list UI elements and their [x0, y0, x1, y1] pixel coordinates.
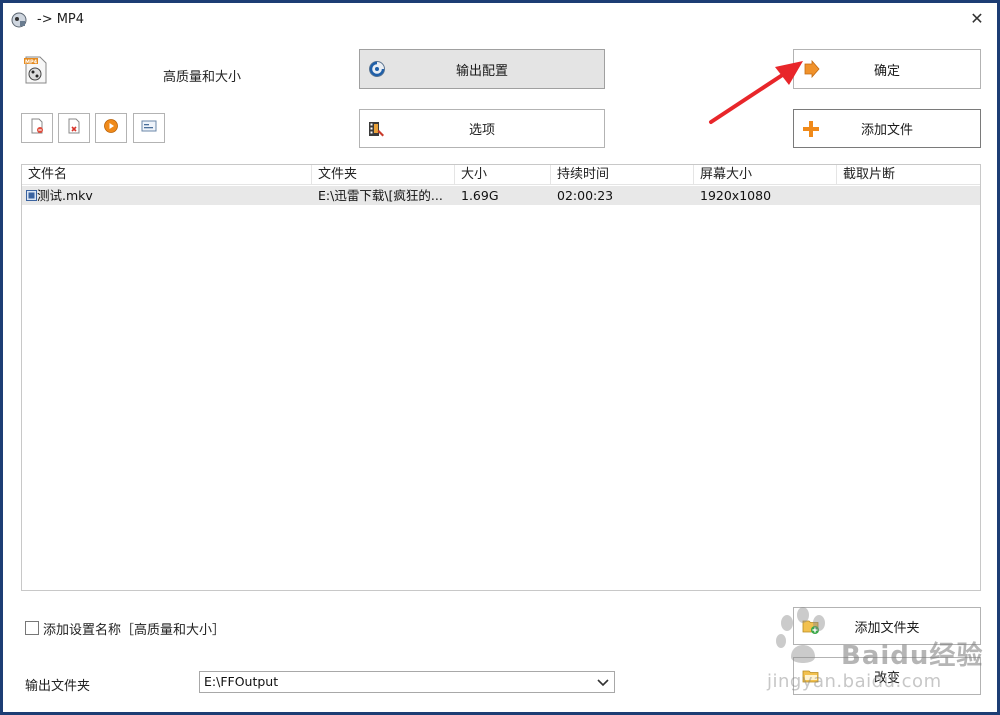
add-setting-name-checkbox[interactable] — [25, 621, 39, 635]
video-file-icon — [26, 187, 37, 205]
change-label: 改变 — [873, 670, 900, 686]
file-list-header: 文件名 文件夹 大小 持续时间 屏幕大小 截取片断 — [22, 165, 980, 185]
file-list[interactable]: 文件名 文件夹 大小 持续时间 屏幕大小 截取片断 测试.mkv E:\迅雷下载… — [21, 164, 981, 591]
remove-file-button[interactable] — [21, 113, 53, 143]
ok-label: 确定 — [873, 63, 900, 79]
mp4-file-icon: MP4 — [23, 55, 49, 85]
row-folder: E:\迅雷下载\[疯狂的... — [318, 188, 443, 203]
output-folder-label: 输出文件夹 — [25, 679, 91, 694]
window-title: -> MP4 — [37, 12, 85, 27]
row-file-name-cell: 测试.mkv — [22, 186, 312, 205]
add-folder-button[interactable]: 添加文件夹 — [793, 607, 981, 645]
media-info-button[interactable] — [133, 113, 165, 143]
clear-icon — [67, 118, 81, 138]
play-button[interactable] — [95, 113, 127, 143]
row-clip — [837, 186, 980, 205]
info-icon — [141, 119, 157, 137]
clear-list-button[interactable] — [58, 113, 90, 143]
app-window: -> MP4 ✕ MP4 高质量和大小 输出配置 确定 选项 添加文件 文件名 … — [0, 0, 1000, 715]
remove-icon — [30, 118, 44, 138]
column-header-folder[interactable]: 文件夹 — [312, 165, 455, 185]
column-header-screen-size[interactable]: 屏幕大小 — [694, 165, 837, 185]
folder-add-icon — [802, 617, 820, 635]
title-bar: -> MP4 ✕ — [3, 3, 997, 36]
row-duration: 02:00:23 — [557, 188, 614, 203]
row-file-name: 测试.mkv — [37, 188, 93, 203]
options-label: 选项 — [468, 123, 495, 138]
row-screen-size: 1920x1080 — [700, 188, 772, 203]
column-header-size[interactable]: 大小 — [455, 165, 551, 185]
add-folder-label: 添加文件夹 — [854, 620, 920, 636]
row-size: 1.69G — [461, 188, 499, 203]
add-file-button[interactable]: 添加文件 — [793, 109, 981, 148]
arrow-right-icon — [802, 59, 820, 79]
column-header-clip[interactable]: 截取片断 — [837, 165, 980, 185]
settings-disc-icon — [368, 60, 386, 78]
plus-icon — [802, 120, 820, 138]
output-config-label: 输出配置 — [455, 63, 508, 79]
column-header-duration[interactable]: 持续时间 — [551, 165, 694, 185]
output-folder-value: E:\FFOutput — [204, 674, 279, 689]
folder-open-icon — [802, 667, 820, 685]
column-header-name[interactable]: 文件名 — [22, 165, 312, 185]
film-tools-icon — [368, 120, 386, 138]
app-icon — [11, 12, 27, 28]
play-icon — [103, 118, 119, 138]
output-config-button[interactable]: 输出配置 — [359, 49, 605, 89]
ok-button[interactable]: 确定 — [793, 49, 981, 89]
table-row[interactable]: 测试.mkv E:\迅雷下载\[疯狂的... 1.69G 02:00:23 19… — [22, 186, 980, 205]
svg-text:MP4: MP4 — [25, 59, 38, 65]
output-folder-select[interactable]: E:\FFOutput — [199, 671, 615, 693]
close-icon[interactable]: ✕ — [967, 9, 987, 29]
profile-label: 高质量和大小 — [163, 70, 242, 85]
options-button[interactable]: 选项 — [359, 109, 605, 148]
add-setting-name-label[interactable]: 添加设置名称［高质量和大小］ — [43, 619, 225, 638]
add-file-label: 添加文件 — [860, 123, 913, 138]
change-button[interactable]: 改变 — [793, 657, 981, 695]
chevron-down-icon[interactable] — [596, 674, 610, 690]
